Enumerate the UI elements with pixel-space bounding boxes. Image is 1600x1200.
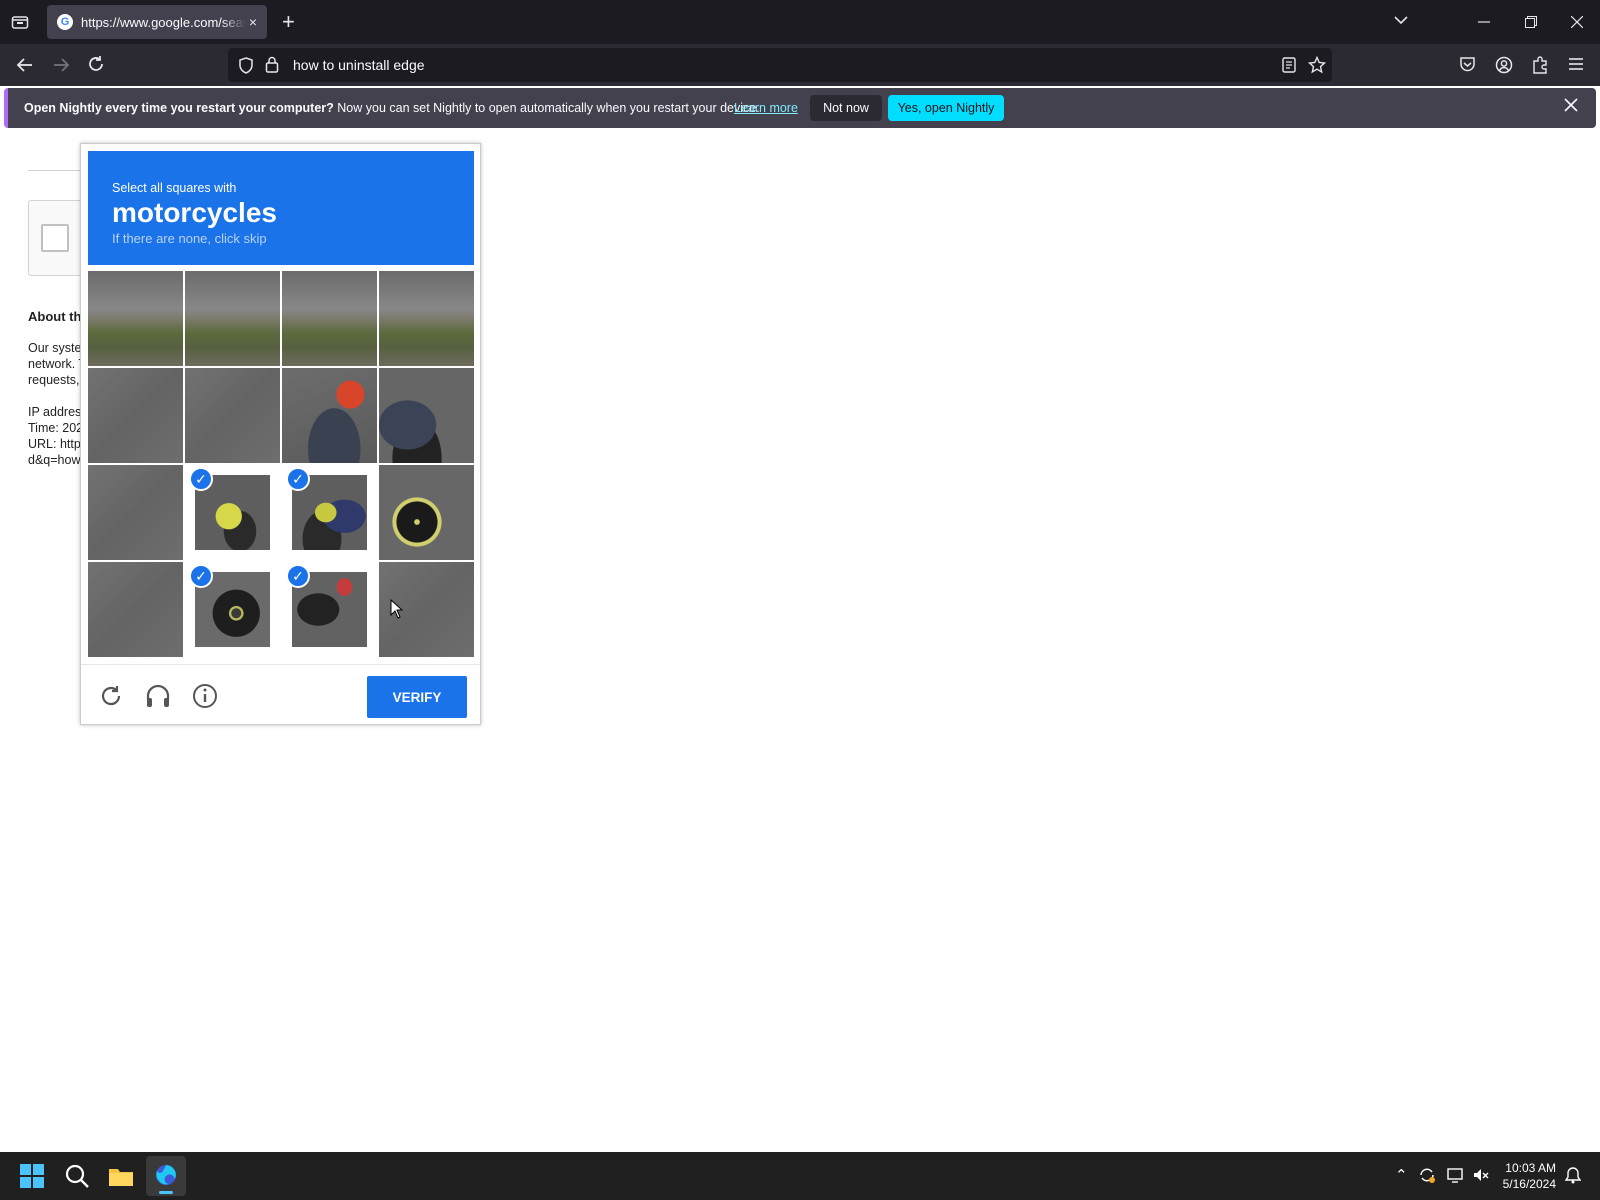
search-icon[interactable] (64, 1162, 90, 1190)
captcha-footer-divider (81, 664, 480, 665)
minimize-icon[interactable] (1478, 21, 1490, 23)
tab-list-icon[interactable] (11, 14, 29, 30)
windows-taskbar: ⌃ 10:03 AM 5/16/2024 (0, 1152, 1600, 1200)
captcha-header: Select all squares with motorcycles If t… (88, 151, 474, 265)
pocket-icon[interactable] (1459, 56, 1476, 73)
mouse-cursor-icon (390, 599, 404, 619)
selected-check-icon: ✓ (189, 564, 213, 588)
notification-text: Now you can set Nightly to open automati… (333, 101, 760, 115)
forward-icon[interactable] (52, 56, 70, 74)
about-heading: About this page (28, 309, 80, 324)
selected-check-icon: ✓ (286, 564, 310, 588)
tab-close-icon[interactable]: × (249, 14, 257, 30)
firefox-nightly-icon (156, 1165, 176, 1185)
not-now-button[interactable]: Not now (810, 95, 882, 121)
captcha-challenge: Select all squares with motorcycles If t… (80, 143, 481, 725)
address-bar[interactable]: how to uninstall edge (228, 48, 1332, 82)
browser-tab[interactable]: G https://www.google.com/search?q=how+to… (47, 5, 267, 39)
selected-check-icon: ✓ (189, 467, 213, 491)
window-close-icon[interactable] (1571, 16, 1583, 28)
page-divider (28, 170, 88, 171)
extensions-icon[interactable] (1532, 56, 1549, 74)
time-line: Time: 2024-05-16 (28, 421, 80, 435)
captcha-target: motorcycles (112, 197, 277, 228)
captcha-tile-r2c4[interactable] (379, 368, 474, 463)
captcha-tile-r4c2[interactable]: ✓ (185, 562, 280, 657)
reader-view-icon[interactable] (1282, 57, 1296, 73)
sync-status-icon[interactable] (1418, 1166, 1436, 1184)
list-all-tabs-icon[interactable] (1394, 15, 1408, 25)
learn-more-link[interactable]: Learn more (734, 101, 798, 115)
tab-strip: G https://www.google.com/search?q=how+to… (0, 0, 1600, 44)
clock-time: 10:03 AM (1505, 1161, 1556, 1175)
bookmark-star-icon[interactable] (1308, 56, 1326, 74)
recaptcha-checkbox[interactable] (41, 224, 69, 252)
captcha-tile-r3c2[interactable]: ✓ (185, 465, 280, 560)
volume-muted-icon[interactable] (1472, 1166, 1490, 1184)
app-menu-icon[interactable] (1568, 57, 1584, 71)
windows-start-icon[interactable] (19, 1162, 45, 1190)
page-text-line-3: requests, and not a robot. (28, 373, 80, 387)
clock-date: 5/16/2024 (1502, 1177, 1556, 1191)
captcha-tile-r1c2[interactable] (185, 271, 280, 366)
page-text-line-2: network. This page checks to see if it's… (28, 357, 80, 371)
captcha-tile-r2c1[interactable] (88, 368, 183, 463)
captcha-instruction: Select all squares with (112, 181, 237, 195)
captcha-tile-r3c4[interactable] (379, 465, 474, 560)
captcha-tile-r3c1[interactable] (88, 465, 183, 560)
captcha-tile-r1c1[interactable] (88, 271, 183, 366)
notification-message: Open Nightly every time you restart your… (24, 101, 760, 115)
captcha-tile-r4c1[interactable] (88, 562, 183, 657)
captcha-tile-r4c3[interactable]: ✓ (282, 562, 377, 657)
url-line: URL: https://www.google.com/search (28, 437, 80, 451)
selected-check-icon: ✓ (286, 467, 310, 491)
captcha-tile-r2c3[interactable] (282, 368, 377, 463)
reload-icon[interactable] (87, 55, 105, 73)
captcha-tile-r1c4[interactable] (379, 271, 474, 366)
captcha-grid: ✓ ✓ ✓ ✓ (88, 271, 474, 657)
network-icon[interactable] (1446, 1166, 1464, 1184)
reload-challenge-icon[interactable] (97, 682, 125, 710)
show-hidden-icons-chevron-icon[interactable]: ⌃ (1395, 1166, 1408, 1184)
notification-bold-text: Open Nightly every time you restart your… (24, 101, 334, 115)
captcha-tile-r1c3[interactable] (282, 271, 377, 366)
captcha-tile-r3c3[interactable]: ✓ (282, 465, 377, 560)
page-text-line-1: Our systems have detected unusual traffi… (28, 341, 80, 355)
url-text[interactable]: how to uninstall edge (293, 57, 425, 73)
info-icon[interactable] (191, 682, 219, 710)
restore-icon[interactable] (1525, 16, 1537, 28)
firefox-nightly-taskbar-item[interactable] (146, 1156, 186, 1196)
notification-close-icon[interactable] (1564, 98, 1578, 112)
tab-title: https://www.google.com/search?q=how+to+u… (81, 14, 246, 30)
verify-button[interactable]: VERIFY (367, 676, 467, 718)
ip-address-line: IP address: (28, 405, 80, 419)
lock-icon[interactable] (265, 56, 279, 73)
notification-bell-icon[interactable] (1565, 1166, 1581, 1184)
back-icon[interactable] (16, 56, 34, 74)
query-line: d&q=how+to+uninstall+edge (28, 453, 80, 467)
yes-open-nightly-button[interactable]: Yes, open Nightly (888, 95, 1004, 121)
captcha-tile-r2c2[interactable] (185, 368, 280, 463)
navigation-toolbar: how to uninstall edge (0, 44, 1600, 86)
google-favicon-icon: G (57, 14, 73, 30)
file-explorer-icon[interactable] (107, 1162, 135, 1190)
default-browser-notification: Open Nightly every time you restart your… (4, 88, 1596, 128)
tracking-protection-shield-icon[interactable] (238, 57, 254, 74)
account-icon[interactable] (1495, 56, 1513, 74)
system-clock[interactable]: 10:03 AM 5/16/2024 (1503, 1160, 1556, 1192)
captcha-hint: If there are none, click skip (112, 231, 267, 246)
audio-challenge-headphones-icon[interactable] (144, 682, 172, 710)
new-tab-button[interactable]: + (282, 11, 295, 33)
